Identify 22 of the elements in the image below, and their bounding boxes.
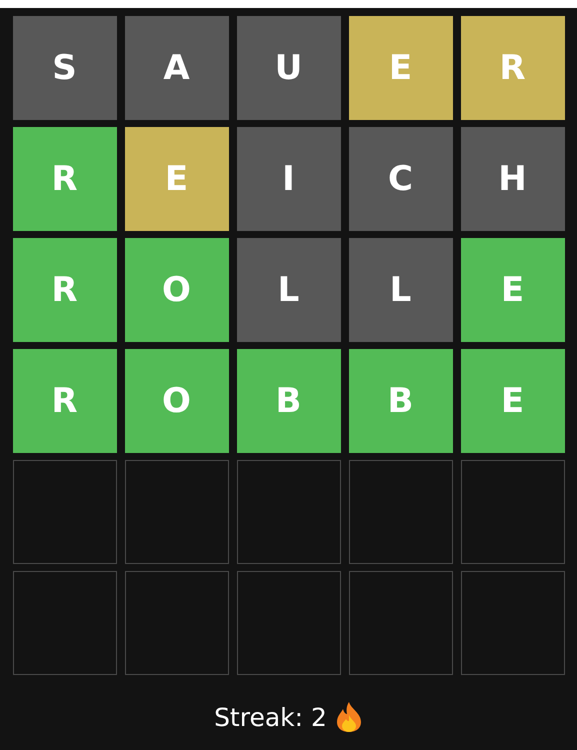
letter-tile: O [124, 238, 228, 342]
letter-tile: U [236, 16, 340, 120]
flame-icon [334, 701, 363, 733]
letter-tile: B [348, 349, 452, 453]
letter-tile: C [348, 127, 452, 231]
letter-tile: E [460, 238, 564, 342]
letter-tile: R [460, 16, 564, 120]
letter-tile: L [348, 238, 452, 342]
letter-tile: R [12, 238, 116, 342]
letter-tile: O [124, 349, 228, 453]
letter-tile: E [124, 127, 228, 231]
letter-tile: I [236, 127, 340, 231]
letter-tile: L [236, 238, 340, 342]
letter-tile: R [12, 349, 116, 453]
letter-tile: S [12, 16, 116, 120]
streak-label: Streak: 2 [214, 702, 327, 732]
letter-tile: E [460, 349, 564, 453]
letter-tile: A [124, 16, 228, 120]
letter-tile: E [348, 16, 452, 120]
letter-tile: B [236, 349, 340, 453]
letter-tile: H [460, 127, 564, 231]
letter-tile: R [12, 127, 116, 231]
